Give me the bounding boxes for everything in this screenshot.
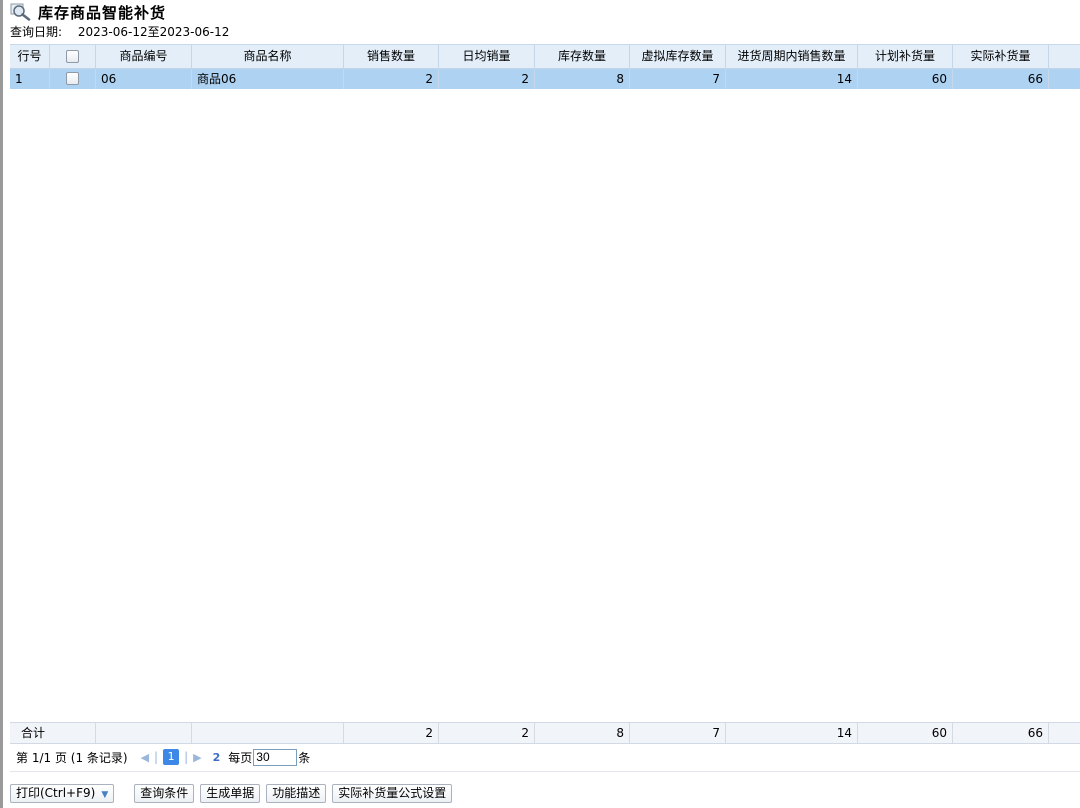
totals-plan-replenish-qty: 60 [858, 723, 953, 743]
pager-divider: | [184, 750, 189, 764]
page-title: 库存商品智能补货 [38, 3, 167, 22]
col-virtual-stock-qty[interactable]: 虚拟库存数量 [630, 45, 726, 68]
cell-stock-qty: 8 [535, 69, 630, 89]
chevron-down-icon[interactable]: ▼ [101, 790, 108, 800]
cell-plan-replenish-qty: 60 [858, 69, 953, 89]
window-left-border [0, 0, 3, 808]
totals-daily-avg-sales: 2 [439, 723, 535, 743]
grid-header: 行号 商品编号 商品名称 销售数量 日均销量 库存数量 虚拟库存数量 进货周期内… [10, 45, 1080, 69]
pager-divider: | [154, 750, 159, 764]
function-description-button[interactable]: 功能描述 [266, 783, 327, 803]
cell-product-code: 06 [96, 69, 192, 89]
page-header: 库存商品智能补货 [10, 2, 166, 22]
col-select-all[interactable] [50, 45, 96, 68]
col-actual-replenish-qty[interactable]: 实际补货量 [953, 45, 1049, 68]
totals-empty [192, 723, 344, 743]
select-all-checkbox[interactable] [66, 50, 79, 63]
cell-product-name: 商品06 [192, 69, 344, 89]
print-button-label: 打印(Ctrl+F9) [16, 785, 96, 800]
next-page-link[interactable]: 2 [213, 751, 221, 764]
per-page-unit: 条 [298, 750, 311, 765]
cell-period-sales-qty: 14 [726, 69, 858, 89]
generate-document-button[interactable]: 生成单据 [200, 783, 261, 803]
totals-row: 合计 2 2 8 7 14 60 66 [10, 722, 1080, 744]
data-grid: 行号 商品编号 商品名称 销售数量 日均销量 库存数量 虚拟库存数量 进货周期内… [10, 44, 1080, 742]
current-page-button[interactable]: 1 [163, 749, 180, 765]
col-daily-avg-sales[interactable]: 日均销量 [439, 45, 535, 68]
next-page-icon[interactable]: ▶ [193, 751, 201, 764]
pagination-bar: 第 1/1 页 (1 条记录) ◀ | 1 | ▶ 2 每页 条 [10, 744, 1080, 770]
page-info: 第 1/1 页 (1 条记录) [16, 750, 128, 765]
cell-actual-replenish-qty: 66 [953, 69, 1049, 89]
query-date-value: 2023-06-12至2023-06-12 [77, 25, 230, 39]
prev-page-icon[interactable]: ◀ [141, 751, 149, 764]
cell-daily-avg-sales: 2 [439, 69, 535, 89]
per-page-label: 每页 [228, 750, 253, 765]
print-button[interactable]: 打印(Ctrl+F9) ▼ [10, 783, 115, 803]
query-date-label: 查询日期: [10, 25, 63, 39]
totals-empty [96, 723, 192, 743]
col-period-sales-qty[interactable]: 进货周期内销售数量 [726, 45, 858, 68]
totals-actual-replenish-qty: 66 [953, 723, 1049, 743]
col-product-name[interactable]: 商品名称 [192, 45, 344, 68]
col-plan-replenish-qty[interactable]: 计划补货量 [858, 45, 953, 68]
col-stock-qty[interactable]: 库存数量 [535, 45, 630, 68]
query-date-row: 查询日期: 2023-06-12至2023-06-12 [10, 23, 229, 40]
totals-stock-qty: 8 [535, 723, 630, 743]
table-row[interactable]: 1 06 商品06 2 2 8 7 14 60 66 [10, 69, 1080, 89]
cell-virtual-stock-qty: 7 [630, 69, 726, 89]
per-page-input[interactable] [253, 748, 298, 766]
col-row-number[interactable]: 行号 [10, 45, 50, 68]
magnifier-chart-icon [10, 3, 31, 21]
bottom-toolbar: 打印(Ctrl+F9) ▼ 查询条件 生成单据 功能描述 实际补货量公式设置 [10, 783, 458, 803]
formula-settings-button[interactable]: 实际补货量公式设置 [332, 783, 453, 803]
cell-row-number: 1 [10, 69, 50, 89]
totals-period-sales-qty: 14 [726, 723, 858, 743]
cell-sales-qty: 2 [344, 69, 439, 89]
divider [10, 771, 1080, 772]
totals-virtual-stock-qty: 7 [630, 723, 726, 743]
query-conditions-button[interactable]: 查询条件 [134, 783, 195, 803]
totals-label: 合计 [10, 723, 96, 743]
row-checkbox[interactable] [66, 72, 79, 85]
totals-sales-qty: 2 [344, 723, 439, 743]
cell-select[interactable] [50, 69, 96, 89]
col-sales-qty[interactable]: 销售数量 [344, 45, 439, 68]
col-product-code[interactable]: 商品编号 [96, 45, 192, 68]
